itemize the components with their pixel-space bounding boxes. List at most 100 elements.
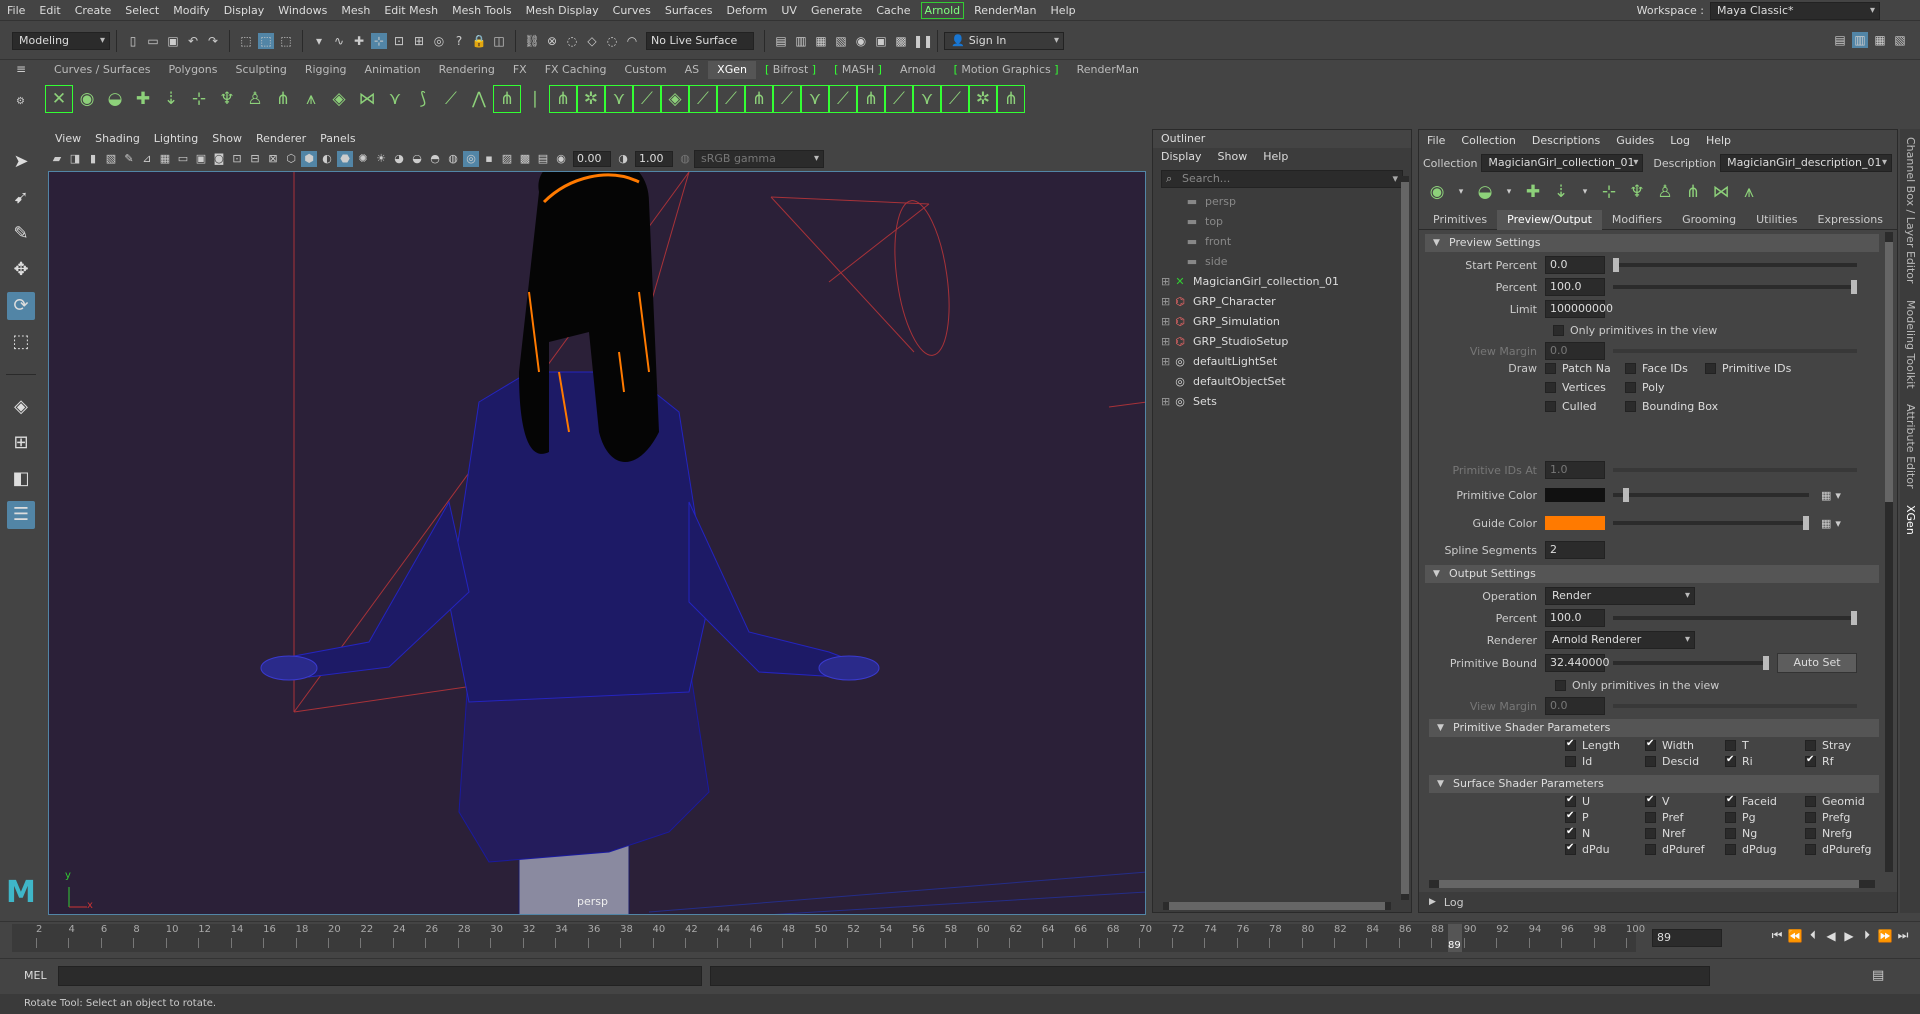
- hypershade-icon[interactable]: ◉: [853, 33, 869, 49]
- only-primitives-checkbox[interactable]: [1553, 324, 1564, 336]
- draw-patch-na-checkbox[interactable]: [1545, 363, 1556, 374]
- param-pg-checkbox[interactable]: [1725, 812, 1736, 823]
- menu-uv[interactable]: UV: [774, 0, 804, 21]
- expand-icon[interactable]: ⊞: [1161, 332, 1173, 352]
- xgen-grab-icon[interactable]: ⋎: [382, 86, 408, 112]
- gamma-icon[interactable]: ◑: [615, 151, 631, 167]
- param-t-checkbox[interactable]: [1725, 740, 1736, 751]
- gamma-field[interactable]: 1.00: [635, 151, 673, 167]
- output-percent-field[interactable]: 100.0: [1545, 609, 1605, 627]
- param-dpdu-checkbox[interactable]: [1565, 842, 1576, 855]
- ipr-render-icon[interactable]: ▦: [813, 33, 829, 49]
- outliner-item[interactable]: ▬ top: [1153, 212, 1411, 232]
- lasso-icon[interactable]: ∿: [331, 33, 347, 49]
- param-p-checkbox[interactable]: [1565, 810, 1576, 823]
- menu-file[interactable]: File: [0, 0, 32, 21]
- xgen-brush-11-icon[interactable]: ⟋: [829, 85, 857, 113]
- exposure-field[interactable]: 0.00: [573, 151, 611, 167]
- shelf-tab-bifrost[interactable]: Bifrost: [756, 61, 825, 79]
- xray-active-icon[interactable]: ▩: [517, 151, 533, 167]
- xgen-menu-collection[interactable]: Collection: [1453, 130, 1523, 152]
- viewport-menu-show[interactable]: Show: [205, 130, 249, 148]
- snap-live-icon[interactable]: ◎: [431, 33, 447, 49]
- use-all-lights-icon[interactable]: ☀: [373, 151, 389, 167]
- menu-mesh-tools[interactable]: Mesh Tools: [445, 0, 519, 21]
- select-guide-icon[interactable]: ⇣: [1548, 179, 1574, 205]
- textured-icon[interactable]: ✺: [355, 151, 371, 167]
- snap-view-icon[interactable]: ⊞: [411, 33, 427, 49]
- help-question-icon[interactable]: ?: [451, 33, 467, 49]
- hud-icon[interactable]: ▤: [535, 151, 551, 167]
- outliner-vertical-scrollbar[interactable]: [1401, 176, 1409, 900]
- field-chart-icon[interactable]: ⊡: [229, 151, 245, 167]
- lock-icon[interactable]: 🔒: [471, 33, 487, 49]
- xgen-brush-13-icon[interactable]: ⟋: [885, 85, 913, 113]
- primitive-shader-header[interactable]: Primitive Shader Parameters: [1429, 719, 1879, 737]
- output-settings-header[interactable]: Output Settings: [1425, 565, 1879, 583]
- xgen-tab-utilities[interactable]: Utilities: [1746, 210, 1807, 230]
- select-tool-icon[interactable]: ➤: [7, 148, 35, 176]
- xgen-brush-17-icon[interactable]: ⋔: [997, 85, 1025, 113]
- param-width-checkbox[interactable]: [1645, 738, 1656, 751]
- description-dropdown[interactable]: MagicianGirl_description_01: [1720, 154, 1893, 172]
- menu-windows[interactable]: Windows: [271, 0, 334, 21]
- camera-exposure-icon[interactable]: ◉: [553, 151, 569, 167]
- auto-set-button[interactable]: Auto Set: [1777, 653, 1857, 673]
- xgen-add-guide2-icon[interactable]: ⊹: [186, 86, 212, 112]
- xgen-tab-preview-output[interactable]: Preview/Output: [1497, 209, 1602, 230]
- side-tab-channel-box-layer-editor[interactable]: Channel Box / Layer Editor: [1904, 129, 1917, 292]
- xgen-editor-icon[interactable]: ✕: [45, 85, 73, 113]
- xgen-brush-2-icon[interactable]: ✲: [577, 85, 605, 113]
- param-stray-checkbox[interactable]: [1805, 740, 1816, 751]
- menu-renderman[interactable]: RenderMan: [967, 0, 1043, 21]
- current-time-marker[interactable]: 89: [1448, 924, 1462, 952]
- preview-update-menu-icon[interactable]: ▾: [1453, 184, 1469, 200]
- menu-select[interactable]: Select: [118, 0, 166, 21]
- output-view-margin-slider[interactable]: [1613, 704, 1857, 708]
- guide-color-swatch[interactable]: [1545, 516, 1605, 530]
- percent-field[interactable]: 100.0: [1545, 278, 1605, 296]
- primitive-ids-at-field[interactable]: 1.0: [1545, 461, 1605, 479]
- xray-icon[interactable]: ◎: [463, 151, 479, 167]
- symmetry-icon[interactable]: ◇: [584, 33, 600, 49]
- paint-select-tool-icon[interactable]: ✎: [7, 220, 35, 248]
- collection-dropdown[interactable]: MagicianGirl_collection_01: [1481, 154, 1644, 172]
- view-margin-slider[interactable]: [1613, 349, 1857, 353]
- shelf-tab-animation[interactable]: Animation: [356, 61, 430, 79]
- param-faceid-checkbox[interactable]: [1725, 794, 1736, 807]
- four-view-layout-icon[interactable]: ⊞: [7, 429, 35, 457]
- param-dpdurefg-checkbox[interactable]: [1805, 844, 1816, 855]
- add-guide-icon[interactable]: ✚: [1520, 179, 1546, 205]
- menu-mesh[interactable]: Mesh: [334, 0, 377, 21]
- snap-point-icon[interactable]: ⊡: [391, 33, 407, 49]
- shelf-tab-renderman[interactable]: RenderMan: [1068, 61, 1148, 79]
- menu-edit-mesh[interactable]: Edit Mesh: [377, 0, 445, 21]
- soft-select-icon[interactable]: ◌: [604, 33, 620, 49]
- primitive-color-menu-icon[interactable]: ▾: [1835, 489, 1841, 502]
- xray-joints-icon[interactable]: ▨: [499, 151, 515, 167]
- play-forwards-icon[interactable]: ▶: [1840, 929, 1858, 943]
- guide-to-curve-icon[interactable]: ⩚: [1736, 179, 1762, 205]
- toggle-attribute-editor-icon[interactable]: ▥: [1852, 32, 1868, 48]
- safe-title-icon[interactable]: ⊠: [265, 151, 281, 167]
- renderman-icon[interactable]: ▩: [893, 33, 909, 49]
- xgen-tab-primitives[interactable]: Primitives: [1423, 210, 1497, 230]
- shelf-tab-xgen[interactable]: XGen: [708, 61, 756, 79]
- xgen-deform-icon[interactable]: ⋈: [354, 86, 380, 112]
- pick-mask-icon[interactable]: ▾: [311, 33, 327, 49]
- xgen-fur-icon[interactable]: ⩚: [298, 86, 324, 112]
- save-scene-icon[interactable]: ▣: [165, 33, 181, 49]
- start-percent-field[interactable]: 0.0: [1545, 256, 1605, 274]
- param-descid-checkbox[interactable]: [1645, 756, 1656, 767]
- default-material-icon[interactable]: ◐: [319, 151, 335, 167]
- expand-icon[interactable]: ⊞: [1161, 312, 1173, 332]
- expand-icon[interactable]: ⊞: [1161, 272, 1173, 292]
- guide-color-map-icon[interactable]: ▦: [1821, 517, 1831, 530]
- xgen-curl-icon[interactable]: ⟆: [410, 86, 436, 112]
- shelf-tab-motion-graphics[interactable]: Motion Graphics: [945, 61, 1068, 79]
- menu-display[interactable]: Display: [217, 0, 272, 21]
- param-dpduref-checkbox[interactable]: [1645, 844, 1656, 855]
- output-percent-slider[interactable]: [1613, 611, 1857, 625]
- xgen-brush-4-icon[interactable]: ⟋: [633, 85, 661, 113]
- film-gate-icon[interactable]: ▭: [175, 151, 191, 167]
